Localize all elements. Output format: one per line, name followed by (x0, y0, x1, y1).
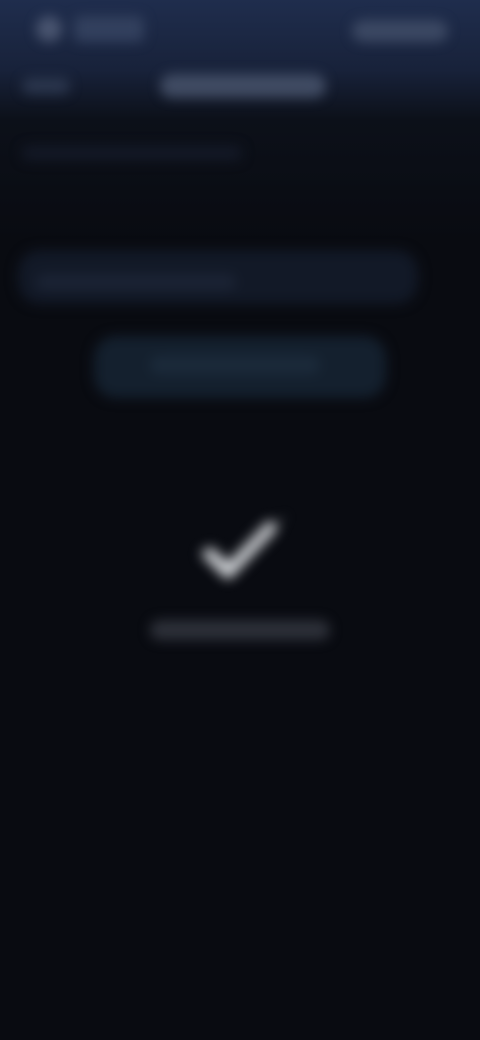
primary-button-label (150, 356, 320, 374)
header-action-button[interactable] (352, 20, 448, 42)
blurred-content (0, 0, 480, 1040)
tab-active[interactable] (160, 74, 326, 98)
back-arrow-icon[interactable] (36, 16, 62, 42)
page-subtitle (22, 146, 242, 160)
app-title (74, 16, 144, 42)
checkmark-icon (198, 514, 288, 579)
info-card-text (36, 274, 236, 290)
tab-first[interactable] (22, 78, 70, 94)
top-app-bar (0, 0, 480, 110)
screen (0, 0, 480, 1040)
status-caption (150, 620, 330, 640)
